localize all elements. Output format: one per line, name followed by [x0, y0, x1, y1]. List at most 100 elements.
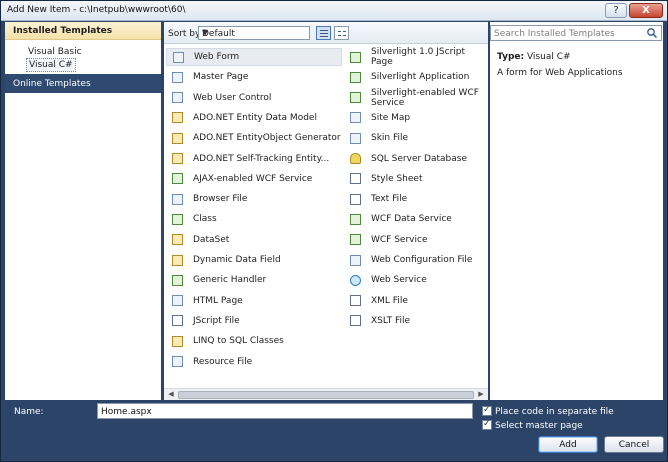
template-item-label: LINQ to SQL Classes: [193, 336, 284, 347]
template-item-label: SQL Server Database: [371, 153, 467, 164]
select-master-page-label[interactable]: Select master page: [495, 421, 583, 431]
page-template-icon: [172, 71, 183, 83]
template-item-label: WCF Data Service: [371, 214, 452, 225]
template-item[interactable]: Site Map: [344, 109, 488, 127]
page-template-icon: [172, 193, 183, 205]
template-item-label: WCF Service: [371, 234, 428, 245]
template-item-label: ADO.NET Self-Tracking Entity...: [193, 153, 330, 164]
page-template-icon: [172, 356, 183, 367]
template-item[interactable]: Style Sheet: [344, 170, 488, 188]
template-item[interactable]: Web Form: [166, 48, 342, 66]
online-templates-header[interactable]: Online Templates: [5, 74, 161, 93]
code-template-icon: [172, 213, 183, 225]
template-item-label: ADO.NET Entity Data Model: [193, 112, 317, 123]
template-item[interactable]: HTML Page: [166, 292, 342, 310]
template-description: A form for Web Applications: [497, 68, 623, 78]
code-template-icon: [172, 274, 183, 286]
scroll-left-icon[interactable]: ◀: [166, 390, 176, 400]
place-code-label[interactable]: Place code in separate file: [495, 407, 614, 417]
tree-item-visual-csharp[interactable]: Visual C#: [26, 58, 76, 72]
code-template-icon: [350, 213, 361, 225]
text-template-icon: [350, 315, 361, 327]
template-item[interactable]: XSLT File: [344, 312, 488, 330]
scrollbar-thumb[interactable]: [178, 391, 474, 399]
template-item[interactable]: ADO.NET Entity Data Model: [166, 109, 342, 127]
template-item-label: Web Form: [194, 52, 240, 62]
template-item[interactable]: Silverlight-enabled WCF Service: [344, 88, 488, 108]
code-template-icon: [350, 92, 361, 104]
sort-by-dropdown[interactable]: Default ▼: [198, 26, 310, 40]
installed-templates-header[interactable]: Installed Templates: [5, 22, 161, 40]
place-code-checkbox[interactable]: [482, 405, 492, 416]
template-item[interactable]: LINQ to SQL Classes: [166, 332, 342, 350]
code-template-icon: [350, 51, 361, 63]
template-item-label: Silverlight 1.0 JScript Page: [371, 47, 466, 67]
template-item[interactable]: ADO.NET Self-Tracking Entity...: [166, 150, 342, 168]
page-template-icon: [172, 92, 183, 104]
template-item[interactable]: Browser File: [166, 190, 342, 208]
page-template-icon: [350, 132, 361, 144]
template-item-label: Browser File: [193, 194, 248, 205]
template-item[interactable]: Silverlight 1.0 JScript Page: [344, 47, 488, 67]
template-item[interactable]: DataSet: [166, 231, 342, 249]
data-template-icon: [172, 254, 183, 266]
template-item[interactable]: WCF Data Service: [344, 210, 488, 228]
template-item[interactable]: Skin File: [344, 129, 488, 147]
add-button[interactable]: Add: [538, 436, 598, 453]
template-item[interactable]: Silverlight Application: [344, 68, 488, 86]
grid-view-button[interactable]: [334, 26, 349, 40]
template-item[interactable]: Generic Handler: [166, 271, 342, 289]
window-title: Add New Item - c:\Inetpub\wwwroot\60\: [7, 5, 186, 15]
template-item-label: Resource File: [193, 356, 253, 367]
template-item[interactable]: Web Configuration File: [344, 251, 488, 269]
name-field[interactable]: Home.aspx: [97, 403, 473, 419]
template-item[interactable]: AJAX-enabled WCF Service: [166, 170, 342, 188]
page-template-icon: [173, 51, 184, 63]
type-value: Visual C#: [526, 52, 571, 62]
template-item[interactable]: Resource File: [166, 353, 342, 371]
template-item-label: Silverlight Application: [371, 72, 470, 83]
web-template-icon: [350, 274, 361, 286]
template-item[interactable]: WCF Service: [344, 231, 488, 249]
help-button[interactable]: ?: [605, 3, 627, 18]
template-item[interactable]: Web Service: [344, 271, 488, 289]
text-template-icon: [350, 173, 361, 185]
installed-templates-label: Installed Templates: [13, 26, 113, 36]
template-details-panel: Search Installed Templates Type: Visual …: [490, 22, 663, 400]
template-item-label: ADO.NET EntityObject Generator: [193, 133, 341, 144]
template-item[interactable]: SQL Server Database: [344, 150, 488, 168]
template-item-label: DataSet: [193, 234, 230, 245]
list-view-button[interactable]: [316, 26, 331, 40]
search-icon[interactable]: [646, 27, 658, 39]
template-type: Type: Visual C#: [497, 52, 571, 62]
template-item-label: JScript File: [193, 315, 240, 326]
template-item[interactable]: Master Page: [166, 68, 342, 86]
cancel-button[interactable]: Cancel: [604, 436, 664, 453]
template-item[interactable]: XML File: [344, 292, 488, 310]
select-master-page-checkbox[interactable]: [482, 419, 492, 430]
data-template-icon: [172, 234, 183, 246]
template-item[interactable]: Class: [166, 210, 342, 228]
template-item-label: Master Page: [193, 72, 249, 83]
add-new-item-dialog: Add New Item - c:\Inetpub\wwwroot\60\ ? …: [0, 0, 668, 462]
search-placeholder: Search Installed Templates: [494, 29, 615, 39]
search-installed-templates-input[interactable]: Search Installed Templates: [490, 25, 662, 41]
name-label: Name:: [14, 407, 44, 417]
page-template-icon: [350, 112, 361, 124]
scroll-right-icon[interactable]: ▶: [476, 390, 486, 400]
template-item-label: Style Sheet: [371, 173, 423, 184]
template-item[interactable]: Web User Control: [166, 89, 342, 107]
text-template-icon: [172, 315, 183, 327]
template-item[interactable]: Text File: [344, 190, 488, 208]
template-item-label: Web Configuration File: [371, 255, 473, 265]
template-item[interactable]: Dynamic Data Field: [166, 251, 342, 269]
data-template-icon: [172, 335, 183, 347]
close-button[interactable]: X: [629, 3, 663, 18]
template-item[interactable]: JScript File: [166, 312, 342, 330]
template-item[interactable]: ADO.NET EntityObject Generator: [166, 129, 342, 147]
data-template-icon: [172, 112, 183, 124]
tree-item-visual-basic[interactable]: Visual Basic: [26, 46, 84, 58]
data-template-icon: [172, 132, 183, 144]
online-templates-label: Online Templates: [13, 79, 91, 89]
horizontal-scrollbar[interactable]: ◀ ▶: [164, 388, 488, 400]
